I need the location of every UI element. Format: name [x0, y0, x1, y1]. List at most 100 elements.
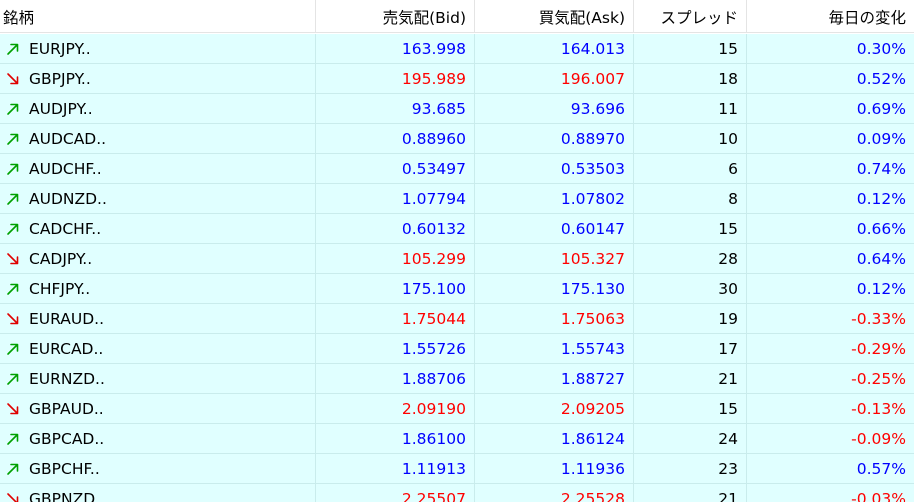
arrow-up-right-icon	[5, 41, 21, 57]
symbol-name: AUDCHF..	[29, 159, 102, 178]
spread-value: 28	[634, 244, 747, 274]
arrow-down-right-icon	[5, 401, 21, 417]
ask-price: 1.88727	[475, 364, 634, 394]
symbol-name: EURNZD..	[29, 369, 105, 388]
daily-change-value: 0.57%	[747, 454, 914, 484]
bid-price: 1.11913	[316, 454, 475, 484]
spread-value: 15	[634, 214, 747, 244]
bid-price: 0.60132	[316, 214, 475, 244]
daily-change-value: -0.29%	[747, 334, 914, 364]
symbol-cell[interactable]: GBPJPY..	[0, 64, 316, 94]
bid-price: 0.53497	[316, 154, 475, 184]
symbol-name: GBPCAD..	[29, 429, 105, 448]
daily-change-value: 0.12%	[747, 184, 914, 214]
table-row[interactable]: GBPJPY.. 195.989 196.007 18 0.52%	[0, 64, 914, 94]
daily-change-value: -0.03%	[747, 484, 914, 502]
table-row[interactable]: AUDCAD.. 0.88960 0.88970 10 0.09%	[0, 124, 914, 154]
arrow-down-right-icon	[5, 71, 21, 87]
symbol-cell[interactable]: EURNZD..	[0, 364, 316, 394]
daily-change-value: 0.30%	[747, 34, 914, 64]
ask-price: 93.696	[475, 94, 634, 124]
table-row[interactable]: CADCHF.. 0.60132 0.60147 15 0.66%	[0, 214, 914, 244]
table-row[interactable]: GBPCHF.. 1.11913 1.11936 23 0.57%	[0, 454, 914, 484]
table-row[interactable]: AUDNZD.. 1.07794 1.07802 8 0.12%	[0, 184, 914, 214]
symbol-cell[interactable]: EURAUD..	[0, 304, 316, 334]
symbol-cell[interactable]: AUDCHF..	[0, 154, 316, 184]
table-row[interactable]: GBPNZD.. 2.25507 2.25528 21 -0.03%	[0, 484, 914, 502]
symbol-cell[interactable]: CADCHF..	[0, 214, 316, 244]
symbol-cell[interactable]: AUDCAD..	[0, 124, 316, 154]
symbol-name: AUDCAD..	[29, 129, 107, 148]
symbol-cell[interactable]: GBPCHF..	[0, 454, 316, 484]
daily-change-value: 0.64%	[747, 244, 914, 274]
ask-price: 196.007	[475, 64, 634, 94]
table-row[interactable]: EURJPY.. 163.998 164.013 15 0.30%	[0, 34, 914, 64]
spread-value: 18	[634, 64, 747, 94]
arrow-up-right-icon	[5, 341, 21, 357]
daily-change-value: 0.66%	[747, 214, 914, 244]
arrow-up-right-icon	[5, 431, 21, 447]
market-watch-table[interactable]: 銘柄 売気配(Bid) 買気配(Ask) スプレッド 毎日の変化 EURJPY.…	[0, 0, 914, 502]
symbol-name: CADJPY..	[29, 249, 93, 268]
symbol-cell[interactable]: GBPAUD..	[0, 394, 316, 424]
ask-price: 0.88970	[475, 124, 634, 154]
symbol-name: GBPJPY..	[29, 69, 91, 88]
spread-value: 21	[634, 484, 747, 502]
bid-price: 1.55726	[316, 334, 475, 364]
spread-value: 6	[634, 154, 747, 184]
table-row[interactable]: GBPCAD.. 1.86100 1.86124 24 -0.09%	[0, 424, 914, 454]
arrow-up-right-icon	[5, 161, 21, 177]
symbol-name: EURJPY..	[29, 39, 91, 58]
ask-price: 164.013	[475, 34, 634, 64]
symbol-cell[interactable]: EURCAD..	[0, 334, 316, 364]
arrow-up-right-icon	[5, 191, 21, 207]
symbol-cell[interactable]: GBPCAD..	[0, 424, 316, 454]
table-row[interactable]: AUDJPY.. 93.685 93.696 11 0.69%	[0, 94, 914, 124]
bid-price: 1.75044	[316, 304, 475, 334]
bid-price: 1.86100	[316, 424, 475, 454]
bid-price: 1.88706	[316, 364, 475, 394]
bid-price: 105.299	[316, 244, 475, 274]
spread-value: 15	[634, 394, 747, 424]
spread-value: 15	[634, 34, 747, 64]
column-header-bid[interactable]: 売気配(Bid)	[316, 0, 475, 33]
symbol-name: CADCHF..	[29, 219, 102, 238]
daily-change-value: -0.25%	[747, 364, 914, 394]
arrow-up-right-icon	[5, 131, 21, 147]
bid-price: 2.09190	[316, 394, 475, 424]
ask-price: 1.11936	[475, 454, 634, 484]
arrow-up-right-icon	[5, 221, 21, 237]
symbol-name: EURAUD..	[29, 309, 105, 328]
spread-value: 17	[634, 334, 747, 364]
symbol-name: AUDJPY..	[29, 99, 93, 118]
symbol-cell[interactable]: GBPNZD..	[0, 484, 316, 502]
symbol-cell[interactable]: CHFJPY..	[0, 274, 316, 304]
symbol-cell[interactable]: CADJPY..	[0, 244, 316, 274]
symbol-cell[interactable]: AUDJPY..	[0, 94, 316, 124]
table-row[interactable]: EURAUD.. 1.75044 1.75063 19 -0.33%	[0, 304, 914, 334]
table-row[interactable]: AUDCHF.. 0.53497 0.53503 6 0.74%	[0, 154, 914, 184]
ask-price: 1.75063	[475, 304, 634, 334]
table-row[interactable]: EURCAD.. 1.55726 1.55743 17 -0.29%	[0, 334, 914, 364]
daily-change-value: 0.69%	[747, 94, 914, 124]
daily-change-value: 0.12%	[747, 274, 914, 304]
symbol-cell[interactable]: AUDNZD..	[0, 184, 316, 214]
table-row[interactable]: CADJPY.. 105.299 105.327 28 0.64%	[0, 244, 914, 274]
table-row[interactable]: GBPAUD.. 2.09190 2.09205 15 -0.13%	[0, 394, 914, 424]
spread-value: 19	[634, 304, 747, 334]
column-header-symbol[interactable]: 銘柄	[0, 0, 316, 33]
symbol-name: GBPNZD..	[29, 489, 105, 502]
symbol-cell[interactable]: EURJPY..	[0, 34, 316, 64]
daily-change-value: 0.74%	[747, 154, 914, 184]
table-row[interactable]: CHFJPY.. 175.100 175.130 30 0.12%	[0, 274, 914, 304]
ask-price: 1.07802	[475, 184, 634, 214]
arrow-down-right-icon	[5, 491, 21, 502]
column-header-ask[interactable]: 買気配(Ask)	[475, 0, 634, 33]
spread-value: 11	[634, 94, 747, 124]
column-header-daily-change[interactable]: 毎日の変化	[747, 0, 914, 33]
arrow-up-right-icon	[5, 461, 21, 477]
table-row[interactable]: EURNZD.. 1.88706 1.88727 21 -0.25%	[0, 364, 914, 394]
column-header-spread[interactable]: スプレッド	[634, 0, 747, 33]
symbol-name: AUDNZD..	[29, 189, 107, 208]
symbol-name: CHFJPY..	[29, 279, 91, 298]
